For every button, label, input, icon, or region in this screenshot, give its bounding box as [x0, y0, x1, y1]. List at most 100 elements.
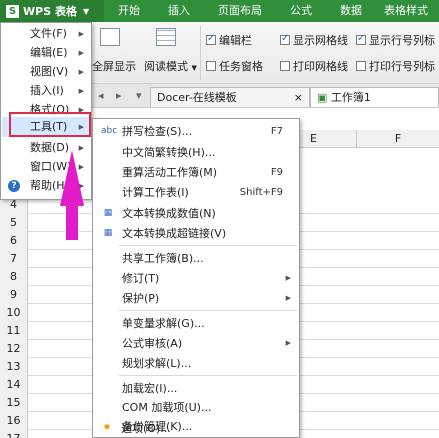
menu-item-label: 加载宏(I)... — [122, 382, 178, 395]
submenu-arrow-icon: ▶ — [78, 182, 84, 190]
checkbox-icon — [206, 61, 216, 71]
forward-arrow-icon[interactable]: ▸ — [116, 89, 122, 102]
menu-item-protect[interactable]: 保护(P) ▶ — [94, 288, 299, 309]
submenu-arrow-icon: ▶ — [78, 49, 84, 57]
shortcut-label: Shift+F9 — [239, 187, 283, 198]
submenu-arrow-icon: ▶ — [78, 30, 84, 38]
menu-item-goal-seek[interactable]: 单变量求解(G)... — [94, 313, 299, 334]
column-header-f[interactable]: F — [356, 130, 439, 148]
shortcut-label: F7 — [270, 126, 283, 137]
menu-item-revisions[interactable]: 修订(T) ▶ — [94, 268, 299, 289]
close-icon[interactable]: × — [294, 88, 303, 108]
menu-item-recalc-workbook[interactable]: 重算活动工作簿(M) F9 — [94, 162, 299, 183]
tools-submenu: abc 拼写检查(S)... F7 中文简繁转换(H)... 重算活动工作簿(M) F… — [92, 118, 300, 438]
menu-item-formula-audit[interactable]: 公式审核(A) ▶ — [94, 333, 299, 354]
back-arrow-icon[interactable]: ◂ — [98, 89, 104, 102]
tab-data[interactable]: 数据 — [340, 0, 362, 22]
menu-item-chinese-conversion[interactable]: 中文简繁转换(H)... — [94, 142, 299, 163]
submenu-arrow-icon: ▶ — [285, 339, 291, 347]
checkbox-icon — [280, 33, 290, 45]
options-gear-icon: ✹ — [103, 423, 111, 433]
reading-mode-button[interactable]: 阅读模式 ▼ — [144, 58, 197, 74]
app-name: WPS 表格 — [23, 5, 77, 18]
menu-item-insert[interactable]: 插入(I) ▶ — [2, 81, 90, 101]
menu-item-spell-check[interactable]: abc 拼写检查(S)... F7 — [94, 121, 299, 142]
row-header[interactable]: 8 — [0, 268, 28, 286]
submenu-arrow-icon: ▶ — [78, 163, 84, 171]
menu-item-window[interactable]: 窗口(W) ▶ — [2, 157, 90, 177]
wps-app-menu-button[interactable]: S WPS 表格 ▼ — [0, 0, 104, 22]
menu-item-label: 共享工作簿(B)... — [122, 252, 204, 265]
menu-item-label: 计算工作表(I) — [122, 186, 189, 199]
menu-item-data[interactable]: 数据(D) ▶ — [2, 138, 90, 158]
menu-separator — [119, 245, 297, 246]
convert-link-icon: ▦ — [103, 228, 113, 238]
menu-item-label: 单变量求解(G)... — [122, 317, 205, 330]
row-header[interactable]: 11 — [0, 322, 28, 340]
highlight-annotation-box — [9, 112, 91, 137]
convert-number-icon: ▦ — [103, 208, 113, 218]
spellcheck-icon: abc — [101, 126, 118, 136]
menu-item-label: 拼写检查(S)... — [122, 125, 193, 138]
checkbox-icon — [206, 33, 216, 45]
tab-insert[interactable]: 插入 — [168, 0, 190, 22]
show-gridlines-checkbox[interactable]: 显示网格线 — [280, 32, 348, 48]
row-header[interactable]: 10 — [0, 304, 28, 322]
print-gridlines-checkbox[interactable]: 打印网格线 — [280, 58, 348, 74]
menu-item-text-to-number[interactable]: ▦ 文本转换成数值(N) — [94, 203, 299, 224]
row-header[interactable]: 6 — [0, 232, 28, 250]
tab-list-icon[interactable]: ▾ — [136, 89, 142, 102]
tab-workbook[interactable]: ▣ 工作簿1 — [310, 87, 439, 107]
submenu-arrow-icon: ▶ — [78, 68, 84, 76]
menu-separator — [119, 375, 297, 376]
row-header[interactable]: 7 — [0, 250, 28, 268]
tab-home[interactable]: 开始 — [118, 0, 140, 22]
fullscreen-icon — [100, 28, 120, 46]
menu-item-edit[interactable]: 编辑(E) ▶ — [2, 43, 90, 63]
row-header[interactable]: 14 — [0, 376, 28, 394]
tab-formulas[interactable]: 公式 — [290, 0, 312, 22]
menu-separator — [119, 310, 297, 311]
menu-item-share-workbook[interactable]: 共享工作簿(B)... — [94, 248, 299, 269]
chevron-down-icon: ▼ — [191, 64, 197, 72]
tab-page-layout[interactable]: 页面布局 — [218, 0, 262, 22]
row-header[interactable]: 9 — [0, 286, 28, 304]
workbook-tab-label: 工作簿1 — [330, 91, 371, 104]
chevron-down-icon: ▼ — [82, 6, 90, 16]
row-header[interactable]: 16 — [0, 412, 28, 430]
menu-item-label: 选项(O)... — [121, 422, 171, 435]
row-header[interactable]: 12 — [0, 340, 28, 358]
show-headings-checkbox[interactable]: 显示行号列标 — [356, 32, 435, 48]
checkbox-label: 编辑栏 — [219, 34, 252, 47]
formula-bar-checkbox[interactable]: 编辑栏 — [206, 32, 252, 48]
menu-item-addins[interactable]: 加载宏(I)... — [94, 378, 299, 399]
checkbox-label: 任务窗格 — [219, 60, 263, 73]
fullscreen-button[interactable]: 全屏显示 — [92, 58, 136, 74]
menu-item-com-addins[interactable]: COM 加载项(U)... — [94, 397, 299, 418]
menu-item-solver[interactable]: 规划求解(L)... — [94, 353, 299, 374]
wps-logo-icon: S — [6, 4, 19, 18]
submenu-arrow-icon: ▶ — [78, 144, 84, 152]
menu-item-text-to-hyperlink[interactable]: ▦ 文本转换成超链接(V) — [94, 223, 299, 244]
menu-item-help[interactable]: ? 帮助(H) ▶ — [2, 176, 90, 196]
print-headings-checkbox[interactable]: 打印行号列标 — [356, 58, 435, 74]
menu-item-file[interactable]: 文件(F) ▶ — [2, 24, 90, 44]
row-header[interactable]: 15 — [0, 394, 28, 412]
task-pane-checkbox[interactable]: 任务窗格 — [206, 58, 263, 74]
menu-item-calc-sheet[interactable]: 计算工作表(I) Shift+F9 — [94, 182, 299, 203]
tab-table-style[interactable]: 表格样式 — [384, 0, 428, 22]
docer-tab-label: Docer-在线模板 — [157, 91, 237, 104]
row-header[interactable]: 17 — [0, 430, 28, 438]
menu-item-label: 保护(P) — [122, 292, 160, 305]
tab-docer-templates[interactable]: Docer-在线模板 × — [150, 87, 310, 107]
title-bar: S WPS 表格 ▼ 开始 插入 页面布局 公式 数据 表格样式 — [0, 0, 439, 22]
menu-item-options[interactable]: ✹ 选项(O)... — [93, 420, 298, 438]
checkbox-label: 显示行号列标 — [369, 34, 435, 47]
row-header[interactable]: 5 — [0, 214, 28, 232]
row-header[interactable]: 13 — [0, 358, 28, 376]
menu-item-label: 帮助(H) — [30, 179, 69, 192]
menu-item-view[interactable]: 视图(V) ▶ — [2, 62, 90, 82]
checkbox-icon — [280, 61, 290, 71]
menu-item-label: 编辑(E) — [30, 46, 68, 59]
reading-mode-icon — [156, 28, 176, 46]
